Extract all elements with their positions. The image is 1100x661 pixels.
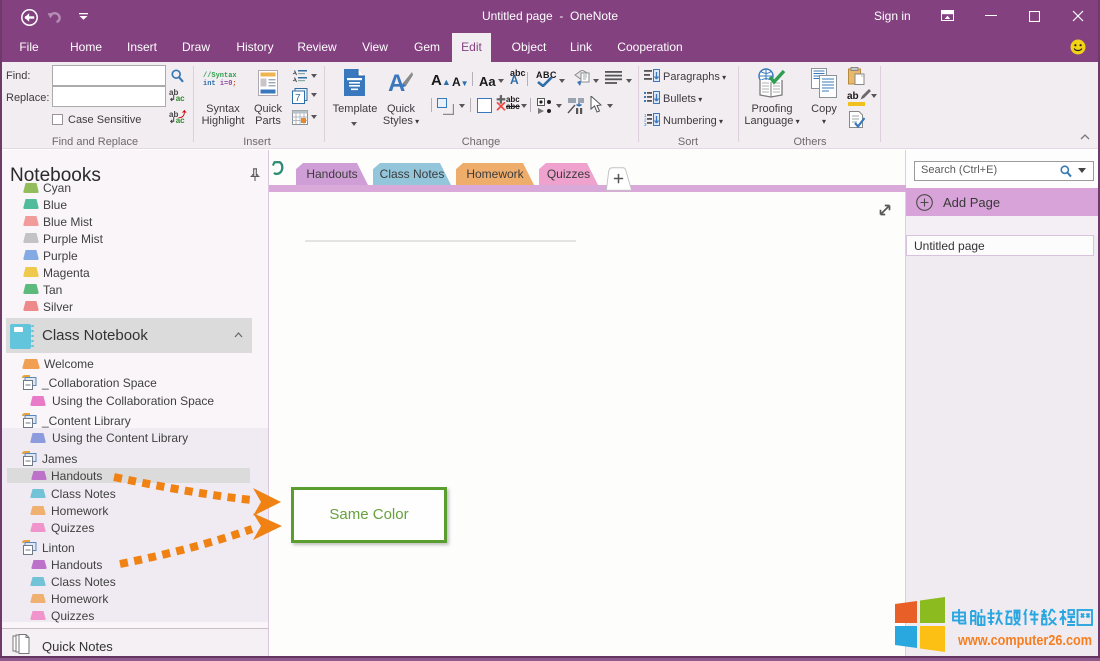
- svg-text:3: 3: [644, 122, 647, 127]
- svg-text:A: A: [388, 70, 405, 96]
- svg-text:www.computer26.com: www.computer26.com: [957, 633, 1092, 649]
- svg-text:7: 7: [295, 93, 301, 104]
